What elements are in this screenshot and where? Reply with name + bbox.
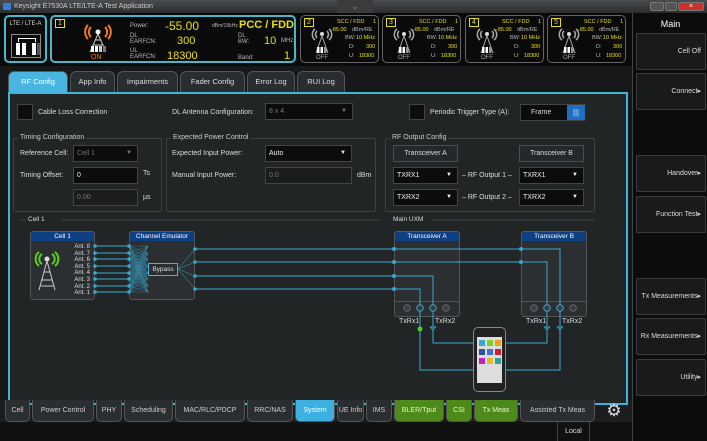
port-dot [392,274,396,278]
port-dot [93,251,97,255]
bottom-tab-rrc-nas[interactable]: RRC/NAS [247,400,293,422]
app-icon [495,358,501,364]
port-dot [93,271,97,275]
wire [195,248,561,327]
port-dot [519,247,523,251]
rf-port-icon[interactable] [416,304,424,312]
bottom-tab-ue-info[interactable]: UE Info [337,400,364,422]
maximize-button[interactable] [665,2,677,11]
bottom-tab-cell[interactable]: Cell [5,400,30,422]
bypass-button[interactable]: Bypass [148,263,178,276]
app-icon [495,349,501,355]
function-test-button[interactable]: Function Test▸ [636,196,706,233]
mesh-wire [177,268,196,290]
port-dot [392,247,396,251]
bottom-tab-ims[interactable]: IMS [366,400,392,422]
bottom-tab-mac-rlc-pdcp[interactable]: MAC/RLC/PDCP [175,400,245,422]
rf-port-icon[interactable] [403,304,411,312]
trx-b-txrx2-label: TxRx2 [562,318,583,325]
port-dot [392,287,396,291]
bottom-tab-assisted-tx-meas[interactable]: Assisted Tx Meas [520,400,595,422]
trx-a-txrx1-label: TxRx1 [399,318,420,325]
wire [195,275,434,327]
mesh-wire [177,261,196,270]
app-icon [479,340,485,346]
bottom-tab-bler-tput[interactable]: BLER/Tput [394,400,444,422]
active-port-indicator [417,326,423,332]
port-dot [93,244,97,248]
status-bar: Local [0,422,632,441]
port-dot [93,257,97,261]
wire [195,261,548,327]
port-dot [93,290,97,294]
rf-port-icon[interactable] [556,304,564,312]
tx-measurements-button[interactable]: Tx Measurements▸ [636,278,706,315]
remote-mode-indicator: Local [557,422,590,441]
port-dot [93,284,97,288]
rf-port-icon[interactable] [569,304,577,312]
app-icon [479,349,485,355]
arrow-icon [543,326,551,331]
rf-port-icon[interactable] [442,304,450,312]
phone-dut-icon [473,327,506,392]
port-dot [93,277,97,281]
softkey-panel: Main Cell Off Connect▸ Handover▸ Functio… [632,13,707,441]
trx-a-txrx2-label: TxRx2 [435,318,456,325]
close-button[interactable]: × [678,2,704,11]
mesh-wire [177,268,196,277]
handover-button[interactable]: Handover▸ [636,155,706,192]
bottom-tab-system[interactable]: System [295,400,335,422]
bottom-tab-scheduling[interactable]: Scheduling [124,400,173,422]
rf-port-icon[interactable] [429,304,437,312]
connect-button[interactable]: Connect▸ [636,73,706,110]
bottom-tab-csi[interactable]: CSI [446,400,472,422]
app-icon [487,358,493,364]
bottom-tab-power-control[interactable]: Power Control [32,400,94,422]
rx-measurements-button[interactable]: Rx Measurements▸ [636,318,706,355]
settings-gear-icon[interactable]: ⚙ [600,400,628,422]
port-dot [93,264,97,268]
softkey-menu-title: Main [660,19,681,29]
wire [195,288,421,327]
arrow-icon [556,326,564,331]
arrow-icon [429,326,437,331]
app-icon [479,358,485,364]
minimize-button[interactable] [650,2,664,11]
routing-wires [93,244,577,371]
rf-port-icon[interactable] [530,304,538,312]
mesh-wire [177,248,196,270]
rf-port-icon[interactable] [543,304,551,312]
app-icon [487,340,493,346]
cell-off-button[interactable]: Cell Off [636,33,706,70]
app-icon [495,340,501,346]
bottom-tab-tx-meas[interactable]: Tx Meas [474,400,518,422]
port-dot [392,260,396,264]
port-dot [519,260,523,264]
trx-b-txrx1-label: TxRx1 [526,318,547,325]
utility-button[interactable]: Utility▸ [636,359,706,396]
app-icon [487,349,493,355]
bottom-tab-phy[interactable]: PHY [96,400,122,422]
